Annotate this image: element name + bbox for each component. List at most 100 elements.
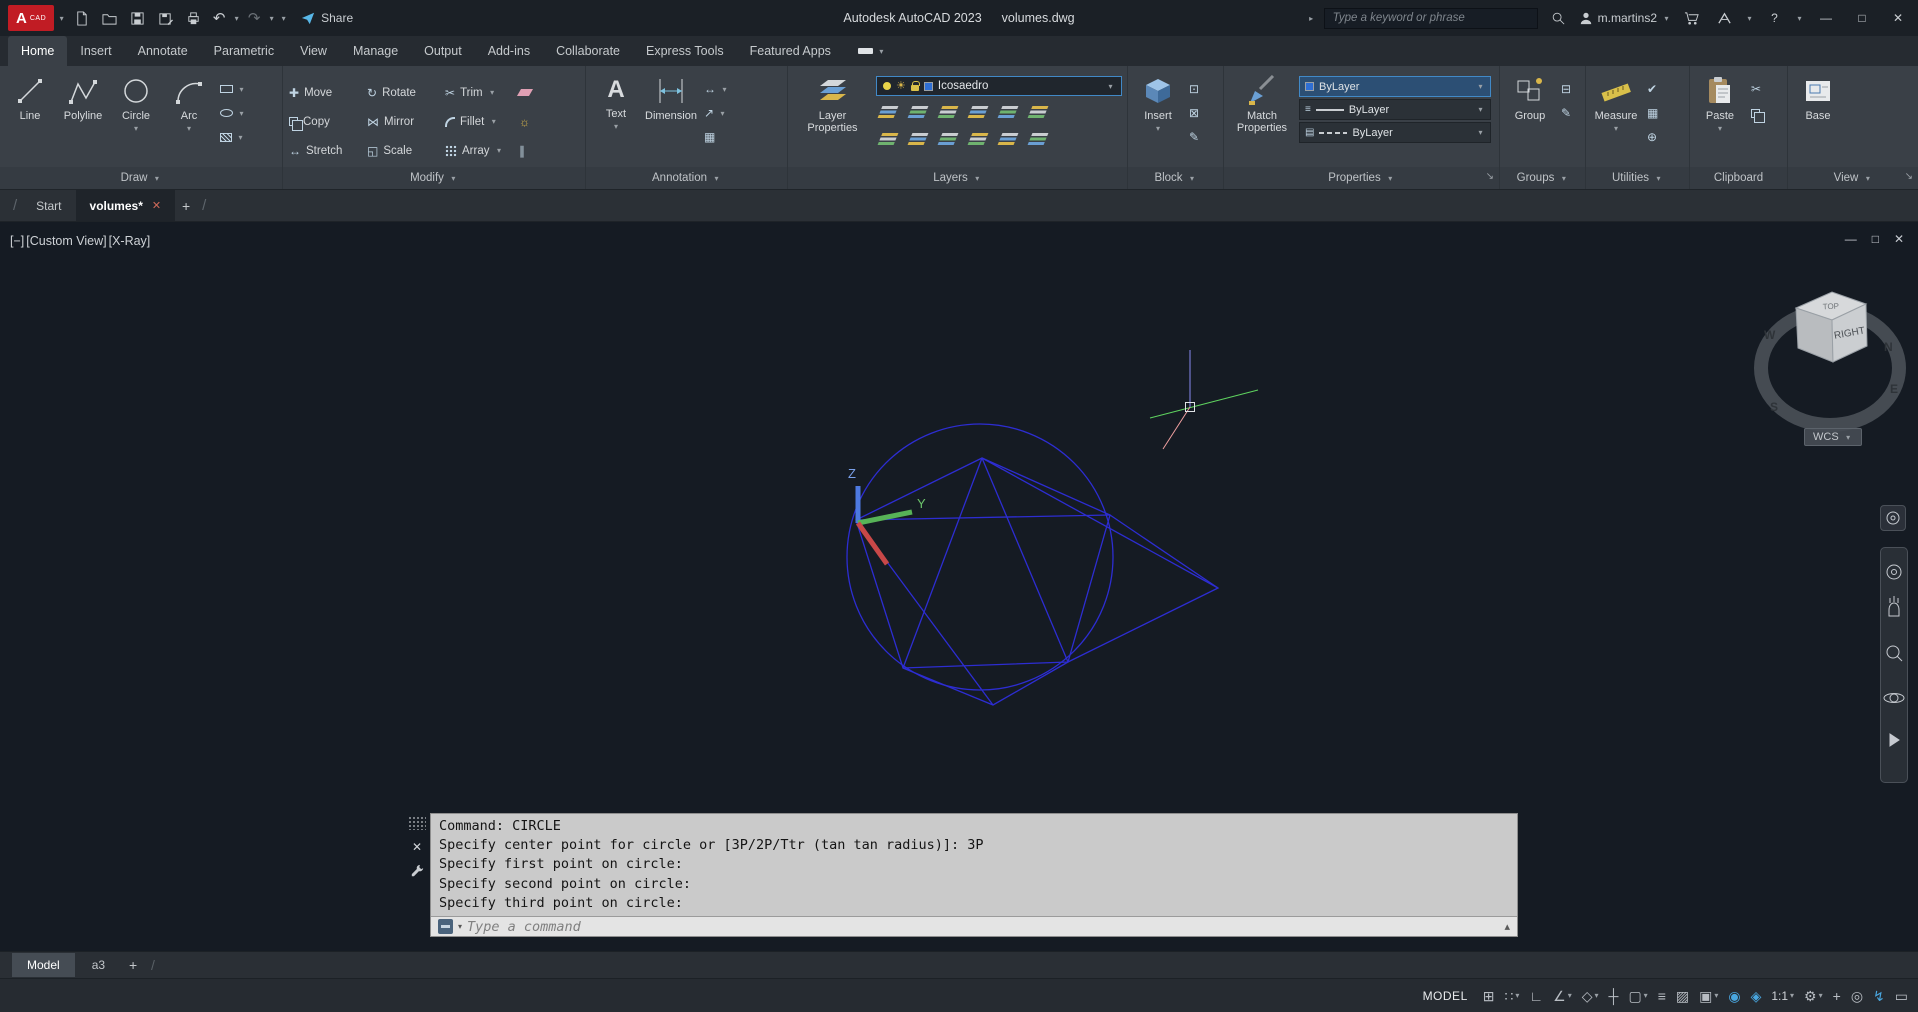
- quick-access-customize-caret-icon[interactable]: ▾: [279, 14, 288, 23]
- help-search-input[interactable]: [1324, 8, 1538, 29]
- window-close-button[interactable]: ✕: [1884, 5, 1912, 31]
- snap-mode-button[interactable]: ∷▾: [1504, 989, 1519, 1003]
- viewcube-top-face-label[interactable]: TOP: [1822, 302, 1839, 312]
- ucs-icon[interactable]: Z Y: [848, 466, 926, 564]
- ribbon-display-toggle[interactable]: ▾: [858, 36, 886, 66]
- lineweight-display-icon[interactable]: ≡: [1658, 989, 1666, 1003]
- match-layer-icon[interactable]: [1028, 106, 1049, 118]
- rectangle-button[interactable]: ▾: [218, 80, 248, 98]
- viewport-visual-style-menu[interactable]: [X-Ray]: [109, 234, 151, 248]
- volumes-tab-close-icon[interactable]: ✕: [152, 199, 161, 212]
- trim-button[interactable]: ✂Trim▾: [445, 87, 519, 99]
- compass-south-label[interactable]: S: [1770, 400, 1778, 414]
- paste-button[interactable]: Paste ▾: [1696, 70, 1744, 167]
- offset-button[interactable]: ∥: [519, 145, 547, 157]
- tab-output[interactable]: Output: [411, 36, 475, 66]
- tab-annotate[interactable]: Annotate: [125, 36, 201, 66]
- linear-dimension-button[interactable]: ↔▾: [702, 80, 731, 98]
- tab-add-ins[interactable]: Add-ins: [475, 36, 543, 66]
- window-minimize-button[interactable]: —: [1812, 5, 1840, 31]
- icosahedron-wireframe[interactable]: [847, 424, 1218, 705]
- status-customization-icon[interactable]: +: [1833, 989, 1841, 1003]
- compass-east-label[interactable]: E: [1890, 382, 1898, 396]
- measure-button[interactable]: Measure ▾: [1592, 70, 1640, 167]
- create-block-button[interactable]: ⊡: [1187, 80, 1201, 98]
- annotation-scale-button[interactable]: 1:1▾: [1771, 989, 1794, 1003]
- quick-calculator-button[interactable]: ▦: [1645, 104, 1660, 122]
- write-block-button[interactable]: ⊠: [1187, 104, 1201, 122]
- undo-button[interactable]: ↶: [209, 9, 229, 27]
- layer-select-dropdown[interactable]: ☀ Icosaedro ▾: [876, 76, 1122, 96]
- rotate-button[interactable]: ↻Rotate: [367, 87, 445, 99]
- isometric-drafting-button[interactable]: ◇▾: [1582, 989, 1599, 1003]
- object-color-dropdown[interactable]: ByLayer ▾: [1299, 76, 1491, 97]
- layer-thaw-icon[interactable]: [908, 133, 929, 145]
- annotation-panel-footer[interactable]: Annotation▾: [586, 167, 787, 189]
- open-file-button[interactable]: [97, 6, 122, 31]
- layer-previous-icon[interactable]: [968, 133, 989, 145]
- workspace-switching-button[interactable]: ⚙▾: [1804, 989, 1823, 1003]
- annotation-visibility-icon[interactable]: ◉: [1728, 989, 1740, 1003]
- tab-parametric[interactable]: Parametric: [201, 36, 287, 66]
- application-menu-button[interactable]: A CAD: [8, 5, 54, 31]
- compass-west-label[interactable]: W: [1764, 328, 1775, 342]
- tab-start[interactable]: Start: [22, 190, 75, 221]
- layer-walk-icon[interactable]: [998, 133, 1019, 145]
- command-customize-icon[interactable]: [411, 864, 424, 877]
- object-snap-tracking-icon[interactable]: ┼: [1609, 989, 1619, 1003]
- ortho-mode-icon[interactable]: ∟: [1529, 989, 1543, 1003]
- layer-unlock-icon[interactable]: [938, 133, 959, 145]
- share-button[interactable]: Share: [301, 11, 353, 25]
- fillet-button[interactable]: Fillet▾: [445, 116, 519, 128]
- tab-express-tools[interactable]: Express Tools: [633, 36, 737, 66]
- showmotion-icon[interactable]: [1890, 734, 1899, 746]
- lineweight-dropdown[interactable]: ≡ ByLayer ▾: [1299, 99, 1491, 120]
- layer-isolate-icon[interactable]: [908, 106, 929, 118]
- match-properties-button[interactable]: Match Properties: [1230, 70, 1294, 167]
- model-space-indicator[interactable]: MODEL: [1423, 989, 1468, 1003]
- ungroup-button[interactable]: ⊟: [1559, 80, 1573, 98]
- tab-volumes[interactable]: volumes* ✕: [76, 190, 176, 221]
- groups-panel-footer[interactable]: Groups▾: [1500, 167, 1585, 189]
- viewport-controls-menu[interactable]: [−]: [10, 234, 24, 248]
- tab-manage[interactable]: Manage: [340, 36, 411, 66]
- app-menu-caret-icon[interactable]: ▾: [57, 14, 66, 23]
- tab-home[interactable]: Home: [8, 36, 67, 66]
- line-button[interactable]: Line: [6, 70, 54, 167]
- new-file-button[interactable]: [69, 6, 94, 31]
- hatch-button[interactable]: ▾: [218, 128, 248, 146]
- drawing-viewport[interactable]: Z Y [−] [Custom View] [X-Ray] — □ ✕ N E …: [0, 222, 1918, 951]
- view-dialog-launcher-icon[interactable]: ↘: [1905, 171, 1913, 182]
- viewport-minimize-button[interactable]: —: [1845, 232, 1857, 246]
- layer-properties-button[interactable]: Layer Properties: [794, 70, 871, 167]
- selection-cycling-button[interactable]: ▣▾: [1699, 989, 1718, 1003]
- tab-layout-a3[interactable]: a3: [77, 953, 120, 977]
- command-window-grip-handle[interactable]: [408, 816, 426, 830]
- layer-state-icon[interactable]: [1028, 133, 1049, 145]
- text-button[interactable]: A Text ▾: [592, 70, 640, 167]
- ellipse-button[interactable]: ▾: [218, 104, 248, 122]
- tab-model[interactable]: Model: [12, 953, 75, 977]
- copy-clip-button[interactable]: [1749, 104, 1763, 122]
- command-history[interactable]: Command: CIRCLE Specify center point for…: [431, 814, 1517, 916]
- command-input[interactable]: [467, 919, 1499, 935]
- scale-button[interactable]: ◱Scale: [367, 145, 445, 157]
- save-as-button[interactable]: [153, 6, 178, 31]
- compass-north-label[interactable]: N: [1884, 340, 1893, 354]
- autoscale-icon[interactable]: ◈: [1751, 989, 1762, 1003]
- group-button[interactable]: Group: [1506, 70, 1554, 167]
- app-store-cart-icon[interactable]: [1679, 6, 1704, 31]
- graphics-performance-icon[interactable]: ↯: [1873, 989, 1885, 1003]
- copy-button[interactable]: Copy: [289, 116, 367, 128]
- tab-view[interactable]: View: [287, 36, 340, 66]
- linetype-dropdown[interactable]: ▤ ByLayer ▾: [1299, 122, 1491, 143]
- zoom-icon[interactable]: [1887, 646, 1902, 661]
- help-button[interactable]: ?: [1762, 6, 1787, 31]
- viewcube-cube[interactable]: TOP RIGHT: [1782, 278, 1877, 373]
- circle-button[interactable]: Circle ▾: [112, 70, 160, 167]
- table-button[interactable]: ▦: [702, 128, 731, 146]
- utilities-panel-footer[interactable]: Utilities▾: [1586, 167, 1689, 189]
- transparency-icon[interactable]: ▨: [1676, 989, 1689, 1003]
- tab-insert[interactable]: Insert: [67, 36, 124, 66]
- isolate-objects-icon[interactable]: ◎: [1851, 989, 1863, 1003]
